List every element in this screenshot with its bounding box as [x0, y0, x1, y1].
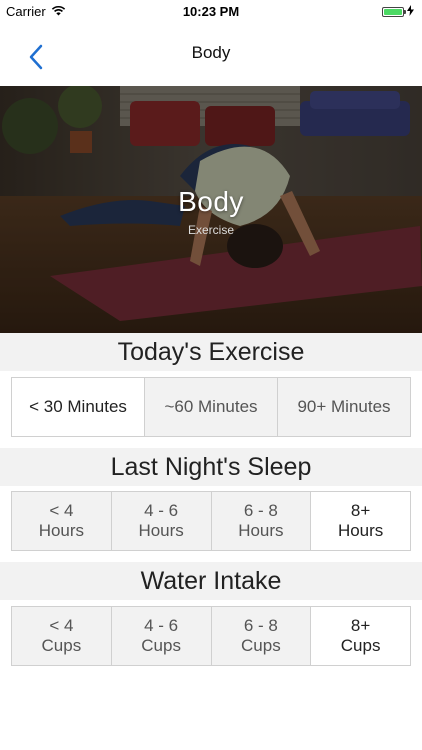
water-option-under-4[interactable]: < 4 Cups — [12, 607, 112, 665]
status-right — [382, 4, 414, 19]
segment-label: ~60 Minutes — [164, 397, 258, 416]
sleep-option-under-4[interactable]: < 4 Hours — [12, 492, 112, 550]
battery-icon — [382, 6, 406, 17]
battery-fill — [384, 8, 402, 15]
hero-subtitle: Exercise — [187, 223, 234, 237]
exercise-option-under-30[interactable]: < 30 Minutes — [12, 378, 145, 436]
water-segmented-control: < 4 Cups 4 - 6 Cups 6 - 8 Cups 8+ Cups — [11, 606, 411, 666]
exercise-section-header: Today's Exercise — [0, 333, 422, 371]
water-option-6-8[interactable]: 6 - 8 Cups — [212, 607, 312, 665]
status-bar: Carrier 10:23 PM — [0, 0, 422, 22]
sleep-option-6-8[interactable]: 6 - 8 Hours — [212, 492, 312, 550]
segment-label: 4 - 6 Cups — [141, 616, 181, 655]
exercise-option-60[interactable]: ~60 Minutes — [145, 378, 278, 436]
hero-title: Body — [178, 186, 244, 217]
charging-bolt-icon — [407, 4, 414, 19]
navigation-bar: Body — [0, 22, 422, 86]
sleep-option-4-6[interactable]: 4 - 6 Hours — [112, 492, 212, 550]
hero-banner: Body Exercise — [0, 86, 422, 333]
sleep-option-8-plus[interactable]: 8+ Hours — [311, 492, 410, 550]
segment-label: < 4 Hours — [38, 501, 85, 540]
segment-label: 6 - 8 Hours — [238, 501, 284, 540]
segment-label: 90+ Minutes — [297, 397, 391, 416]
sleep-segmented-control: < 4 Hours 4 - 6 Hours 6 - 8 Hours 8+ Hou… — [11, 491, 411, 551]
status-time: 10:23 PM — [182, 4, 240, 19]
water-option-8-plus[interactable]: 8+ Cups — [311, 607, 410, 665]
sleep-section-header: Last Night's Sleep — [0, 448, 422, 486]
water-option-4-6[interactable]: 4 - 6 Cups — [112, 607, 212, 665]
exercise-option-90-plus[interactable]: 90+ Minutes — [278, 378, 410, 436]
segment-label: 8+ Hours — [337, 501, 384, 540]
exercise-segmented-control: < 30 Minutes ~60 Minutes 90+ Minutes — [11, 377, 411, 437]
page-title: Body — [191, 43, 231, 62]
water-section-header: Water Intake — [0, 562, 422, 600]
segment-label: < 4 Cups — [41, 616, 82, 655]
segment-label: 4 - 6 Hours — [138, 501, 184, 540]
segment-label: 6 - 8 Cups — [241, 616, 281, 655]
segment-label: < 30 Minutes — [29, 397, 127, 416]
segment-label: 8+ Cups — [340, 616, 381, 655]
